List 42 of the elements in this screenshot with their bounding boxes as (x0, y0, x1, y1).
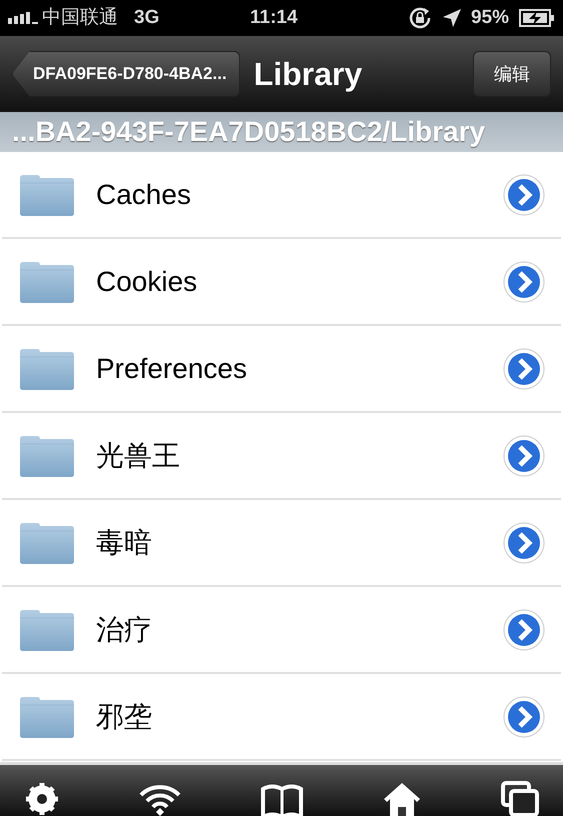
folder-name: 邪垄 (96, 700, 152, 734)
folder-name: Cookies (96, 264, 198, 298)
network-type: 3G (134, 6, 160, 30)
folder-icon (18, 434, 76, 476)
folder-name: 毒暗 (96, 526, 152, 560)
battery-charging-icon (519, 9, 555, 27)
screen-title: Library (254, 55, 362, 94)
back-button[interactable]: DFA09FE6-D780-4BA2... (12, 51, 240, 97)
folder-row[interactable]: 治疗 (2, 587, 561, 674)
folder-icon (18, 174, 76, 216)
rotation-lock-icon (406, 5, 433, 31)
folder-row[interactable]: 毒暗 (2, 500, 561, 587)
folder-name: 治疗 (96, 612, 152, 646)
home-icon[interactable] (382, 781, 422, 816)
carrier-name: 中国联通 (42, 6, 118, 30)
folder-name: Caches (96, 178, 191, 212)
disclosure-icon[interactable] (503, 434, 545, 476)
clock: 11:14 (250, 6, 298, 30)
folder-name: 光兽王 (96, 438, 180, 472)
folder-row[interactable]: Cookies (2, 239, 561, 326)
folder-name: Preferences (96, 352, 247, 386)
signal-icon (8, 12, 40, 24)
disclosure-icon[interactable] (503, 522, 545, 564)
path-label: ...BA2-943F-7EA7D0518BC2/Library (11, 115, 486, 149)
disclosure-icon[interactable] (503, 174, 545, 216)
folder-icon (18, 608, 76, 650)
disclosure-icon[interactable] (503, 696, 545, 738)
disclosure-icon[interactable] (503, 348, 545, 390)
folder-row[interactable]: Caches (2, 152, 561, 239)
folder-row[interactable]: Preferences (2, 326, 561, 413)
battery-percent: 95% (470, 6, 509, 30)
disclosure-icon[interactable] (503, 260, 545, 302)
edit-button[interactable]: 编辑 (473, 51, 551, 97)
folder-icon (18, 696, 76, 738)
windows-icon[interactable] (501, 781, 539, 816)
folder-icon (18, 260, 76, 302)
disclosure-icon[interactable] (503, 608, 545, 650)
location-arrow-icon (442, 9, 461, 27)
folder-icon (18, 348, 76, 390)
settings-icon[interactable] (24, 781, 60, 816)
folder-icon (18, 522, 76, 564)
folder-row[interactable]: 光兽王 (2, 413, 561, 500)
